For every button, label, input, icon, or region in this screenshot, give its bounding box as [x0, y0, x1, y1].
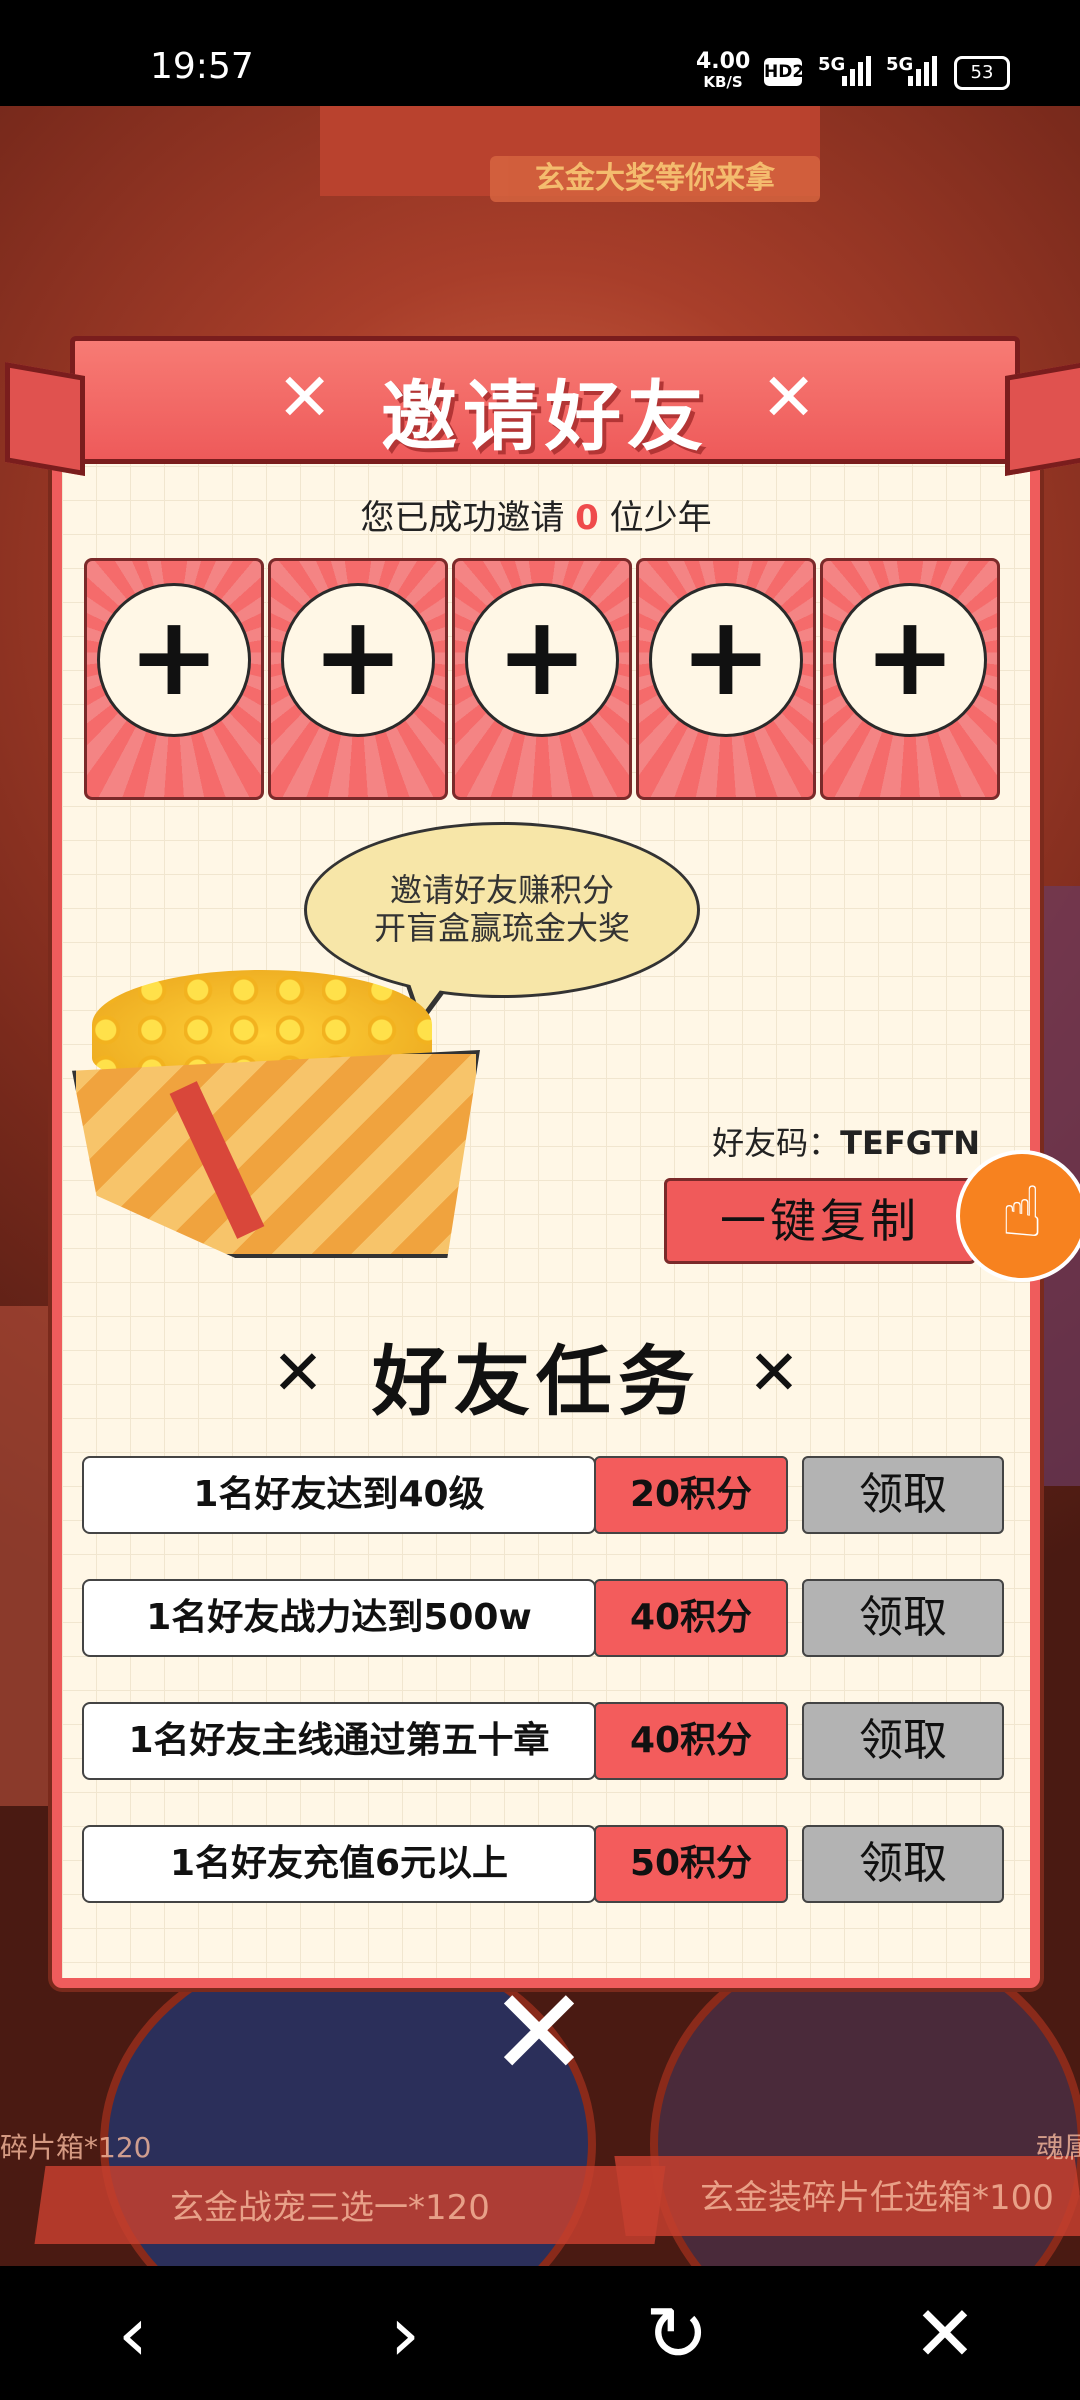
claim-button[interactable]: 领取 [802, 1702, 1004, 1780]
clock: 19:57 [150, 46, 254, 87]
reward-ribbon-left-text: 玄金战宠三选一*120 [170, 2188, 490, 2228]
task-points: 20积分 [594, 1456, 788, 1534]
bubble-line-2: 开盲盒赢琉金大奖 [373, 909, 630, 947]
network-speed: 4.00 KB/S [696, 49, 751, 92]
status-bar: 19:57 4.00 KB/S HD2 5G 5G 53 [0, 0, 1080, 106]
bubble-line-1: 邀请好友赚积分 [389, 871, 614, 909]
invite-slot-1[interactable]: + [84, 558, 264, 800]
task-row: 1名好友主线通过第五十章 40积分 领取 [82, 1702, 1004, 1780]
task-row: 1名好友达到40级 20积分 领取 [82, 1456, 1004, 1534]
task-points: 40积分 [594, 1702, 788, 1780]
decor-x-icon: ✕ [748, 1336, 800, 1409]
task-description: 1名好友主线通过第五十章 [82, 1702, 596, 1780]
event-subtitle: 玄金大奖等你来拿 [490, 156, 820, 202]
close-panel-button[interactable]: ✕ [484, 1974, 594, 2094]
task-points: 50积分 [594, 1825, 788, 1903]
tasks-title: 好友任务 [372, 1337, 700, 1426]
chest-box [72, 1050, 480, 1258]
invited-prefix: 您已成功邀请 [360, 498, 565, 538]
decor-x-icon: ✕ [761, 359, 817, 436]
invited-count: 0 [575, 498, 599, 538]
friend-code-line: 好友码：TEFGTN [600, 1118, 980, 1164]
task-row: 1名好友战力达到500w 40积分 领取 [82, 1579, 1004, 1657]
back-icon[interactable]: ‹ [88, 2292, 178, 2382]
network-speed-unit: KB/S [703, 73, 743, 91]
plus-icon: + [465, 583, 619, 737]
invite-slot-3[interactable]: + [452, 558, 632, 800]
task-description: 1名好友战力达到500w [82, 1579, 596, 1657]
task-points: 40积分 [594, 1579, 788, 1657]
invite-slot-5[interactable]: + [820, 558, 1000, 800]
browser-nav-bar: ‹ › ↻ ✕ [0, 2266, 1080, 2400]
task-row: 1名好友充值6元以上 50积分 领取 [82, 1825, 1004, 1903]
plus-icon: + [281, 583, 435, 737]
panel-header: ✕ 邀请好友 ✕ [5, 336, 1080, 477]
plus-icon: + [649, 583, 803, 737]
hd-icon: HD2 [764, 58, 804, 86]
plus-icon: + [97, 583, 251, 737]
friend-code-label: 好友码： [712, 1124, 841, 1162]
claim-button[interactable]: 领取 [802, 1456, 1004, 1534]
invited-count-line: 您已成功邀请 0 位少年 [52, 490, 1020, 539]
claim-button[interactable]: 领取 [802, 1579, 1004, 1657]
task-description: 1名好友充值6元以上 [82, 1825, 596, 1903]
signal-bars-1-icon [842, 54, 871, 86]
invite-slot-2[interactable]: + [268, 558, 448, 800]
reward-ribbon-right-text: 玄金装碎片任选箱*100 [700, 2178, 1054, 2218]
invited-suffix: 位少年 [609, 498, 712, 538]
reward-edge-text-left: 碎片箱*120 [0, 2131, 152, 2164]
network-speed-value: 4.00 [696, 49, 751, 74]
copy-code-button[interactable]: 一键复制 [664, 1178, 976, 1264]
forward-icon[interactable]: › [360, 2292, 450, 2382]
reward-edge-text-right: 魂属 [1036, 2131, 1080, 2164]
refresh-icon[interactable]: ↻ [632, 2292, 722, 2382]
panel-title: 邀请好友 [381, 372, 709, 461]
treasure-chest-image [52, 960, 480, 1280]
task-description: 1名好友达到40级 [82, 1456, 596, 1534]
floating-assistant-hand-icon[interactable]: ☝ [956, 1150, 1080, 1282]
ribbon-tail-left [5, 361, 85, 477]
ribbon-tail-right [1005, 361, 1080, 477]
battery-icon: 53 [954, 56, 1010, 90]
signal-bars-2-icon [908, 54, 937, 86]
plus-icon: + [833, 583, 987, 737]
claim-button[interactable]: 领取 [802, 1825, 1004, 1903]
close-icon[interactable]: ✕ [900, 2292, 990, 2382]
friend-code-value: TEFGTN [840, 1124, 980, 1162]
invite-slot-4[interactable]: + [636, 558, 816, 800]
